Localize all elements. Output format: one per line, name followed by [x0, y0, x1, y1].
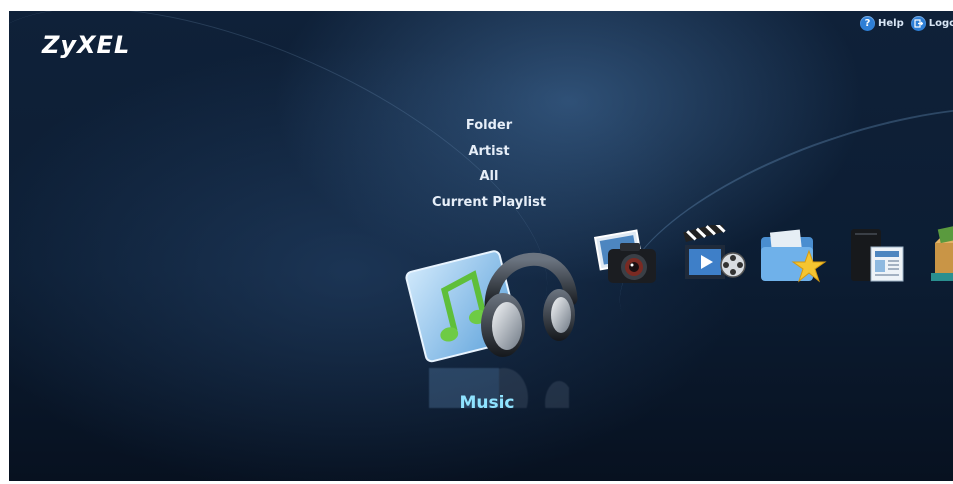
- folder-star-icon[interactable]: [757, 225, 829, 287]
- selected-app-label: Music: [459, 393, 515, 413]
- help-link[interactable]: ? Help: [860, 16, 904, 31]
- package-icon[interactable]: [925, 221, 953, 287]
- help-icon: ?: [860, 16, 875, 31]
- help-label: Help: [878, 18, 904, 29]
- nas-document-icon[interactable]: [845, 223, 911, 287]
- top-links: ? Help Logou: [860, 16, 953, 31]
- logout-icon: [910, 16, 926, 31]
- music-submenu: Folder Artist All Current Playlist: [389, 113, 589, 215]
- menu-item-artist[interactable]: Artist: [389, 139, 589, 165]
- menu-item-folder[interactable]: Folder: [389, 113, 589, 139]
- logout-link[interactable]: Logou: [910, 16, 953, 31]
- zyxel-logo: ZyXEL: [42, 31, 131, 59]
- media-browser-stage: ZyXEL ? Help Logou Folder Artist All Cur…: [9, 11, 953, 481]
- logout-label: Logou: [928, 18, 953, 29]
- clapperboard-video-icon[interactable]: [677, 222, 747, 287]
- headphones-music-icon[interactable]: [399, 229, 579, 369]
- menu-item-all[interactable]: All: [389, 164, 589, 190]
- camera-photo-icon[interactable]: [593, 227, 660, 287]
- menu-item-current-playlist[interactable]: Current Playlist: [389, 190, 589, 216]
